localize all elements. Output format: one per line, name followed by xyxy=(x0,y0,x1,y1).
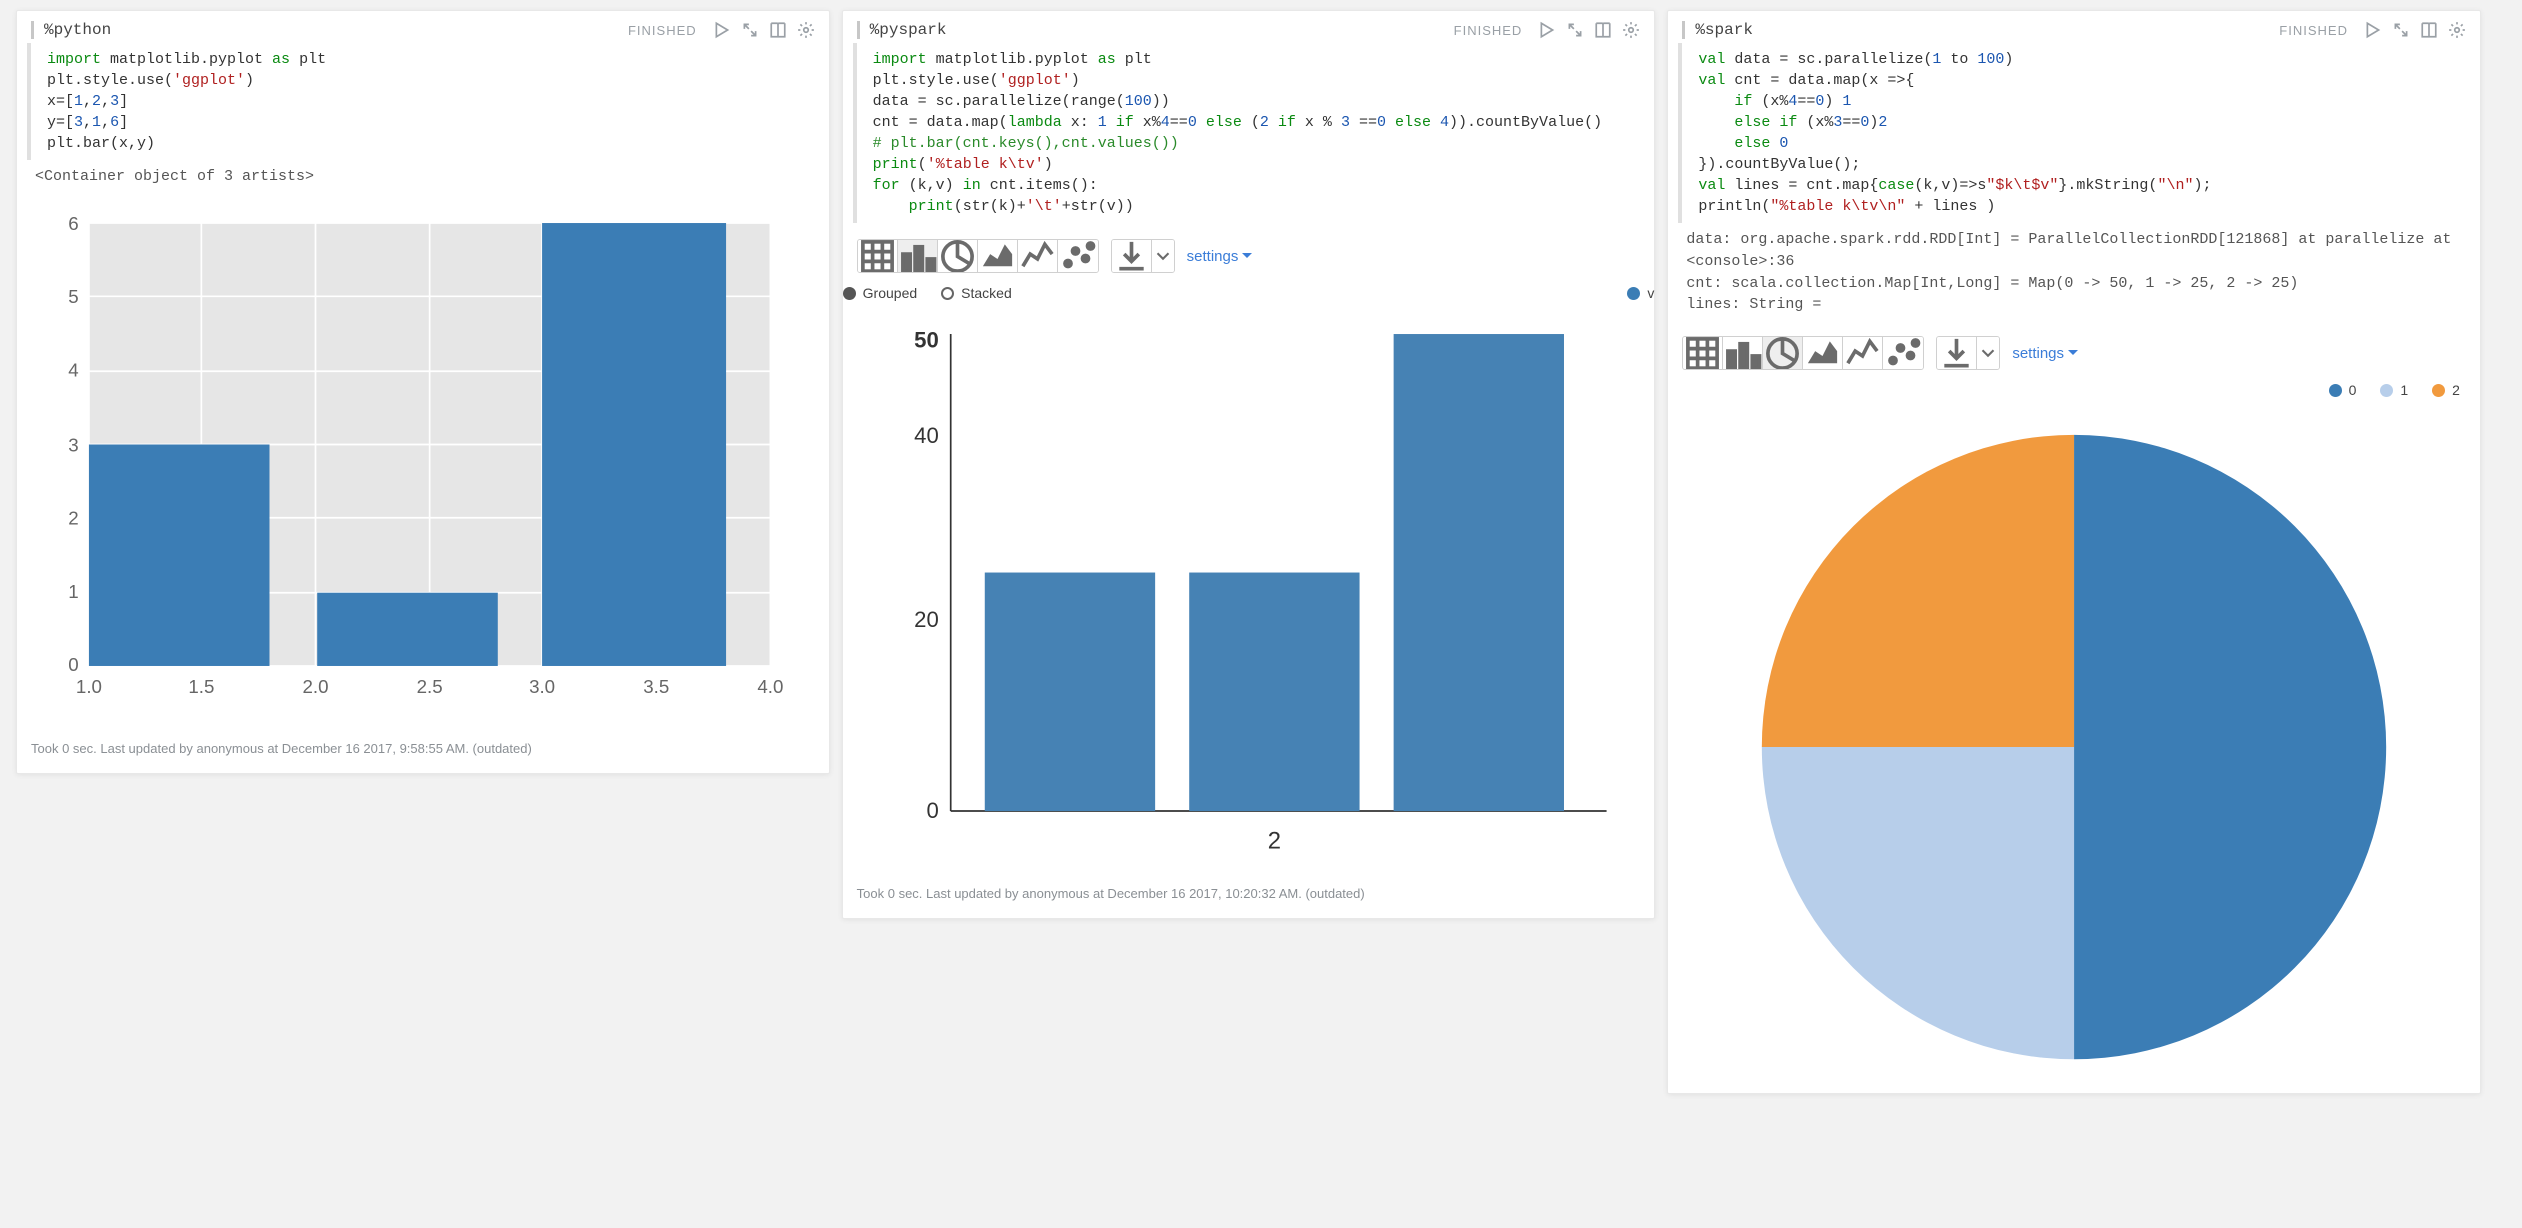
output-text: <Container object of 3 artists> xyxy=(17,166,829,198)
result-toolbar: settings xyxy=(843,229,1655,279)
chart-legend: Grouped Stacked v xyxy=(843,279,1655,309)
gear-icon[interactable] xyxy=(2448,21,2466,39)
interpreter-label: %spark xyxy=(1695,21,2273,39)
svg-text:2: 2 xyxy=(1267,828,1280,855)
svg-text:2: 2 xyxy=(68,507,78,528)
legend-1[interactable]: 1 xyxy=(2380,382,2408,398)
svg-text:50: 50 xyxy=(914,328,939,353)
zeppelin-bar-chart: 50 40 20 0 2 xyxy=(843,309,1655,875)
collapse-icon[interactable] xyxy=(2392,21,2410,39)
legend-series-v[interactable]: v xyxy=(1627,285,1654,301)
collapse-icon[interactable] xyxy=(741,21,759,39)
code-editor[interactable]: val data = sc.parallelize(1 to 100) val … xyxy=(1678,43,2470,223)
output-text: data: org.apache.spark.rdd.RDD[Int] = Pa… xyxy=(1668,229,2480,326)
svg-text:2.5: 2.5 xyxy=(417,676,443,697)
result-toolbar: settings xyxy=(1668,326,2480,376)
cell-gutter xyxy=(857,21,860,39)
svg-text:4.0: 4.0 xyxy=(757,676,783,697)
area-chart-button[interactable] xyxy=(1803,337,1843,369)
svg-text:0: 0 xyxy=(926,798,938,823)
notebook-cell-pyspark: %pyspark FINISHED import matplotlib.pypl… xyxy=(842,10,1656,919)
pie-legend: 0 1 2 xyxy=(1668,376,2480,406)
legend-stacked[interactable]: Stacked xyxy=(941,285,1012,301)
download-group xyxy=(1111,239,1175,273)
caret-down-icon xyxy=(1242,253,1252,263)
caret-down-icon xyxy=(2068,350,2078,360)
interpreter-label: %python xyxy=(44,21,622,39)
svg-text:1.5: 1.5 xyxy=(188,676,214,697)
gear-icon[interactable] xyxy=(797,21,815,39)
cell-gutter xyxy=(31,21,34,39)
book-icon[interactable] xyxy=(1594,21,1612,39)
scatter-chart-button[interactable] xyxy=(1883,337,1923,369)
svg-text:1: 1 xyxy=(68,581,78,602)
svg-text:5: 5 xyxy=(68,286,78,307)
book-icon[interactable] xyxy=(2420,21,2438,39)
collapse-icon[interactable] xyxy=(1566,21,1584,39)
svg-text:40: 40 xyxy=(914,423,939,448)
svg-text:6: 6 xyxy=(68,213,78,234)
settings-button[interactable]: settings xyxy=(1187,248,1253,265)
scatter-chart-button[interactable] xyxy=(1058,240,1098,272)
notebook-cell-spark: %spark FINISHED val data = sc.paralleliz… xyxy=(1667,10,2481,1094)
download-dropdown[interactable] xyxy=(1152,240,1174,272)
bar-chart-button[interactable] xyxy=(898,240,938,272)
code-editor[interactable]: import matplotlib.pyplot as plt plt.styl… xyxy=(27,43,819,160)
pie-chart-button[interactable] xyxy=(1763,337,1803,369)
run-icon[interactable] xyxy=(1538,21,1556,39)
status-label: FINISHED xyxy=(2279,23,2348,38)
run-icon[interactable] xyxy=(2364,21,2382,39)
download-button[interactable] xyxy=(1937,337,1977,369)
run-icon[interactable] xyxy=(713,21,731,39)
download-dropdown[interactable] xyxy=(1977,337,1999,369)
cell-gutter xyxy=(1682,21,1685,39)
legend-0[interactable]: 0 xyxy=(2329,382,2357,398)
area-chart-button[interactable] xyxy=(978,240,1018,272)
svg-text:3: 3 xyxy=(68,434,78,455)
gear-icon[interactable] xyxy=(1622,21,1640,39)
line-chart-button[interactable] xyxy=(1843,337,1883,369)
code-editor[interactable]: import matplotlib.pyplot as plt plt.styl… xyxy=(853,43,1645,223)
legend-2[interactable]: 2 xyxy=(2432,382,2460,398)
download-button[interactable] xyxy=(1112,240,1152,272)
svg-text:20: 20 xyxy=(914,607,939,632)
cell-footer: Took 0 sec. Last updated by anonymous at… xyxy=(17,730,829,773)
cell-footer: Took 0 sec. Last updated by anonymous at… xyxy=(843,875,1655,918)
download-group xyxy=(1936,336,2000,370)
cell-header: %python FINISHED xyxy=(17,11,829,43)
interpreter-label: %pyspark xyxy=(870,21,1448,39)
table-view-button[interactable] xyxy=(858,240,898,272)
chart-type-group xyxy=(1682,336,1924,370)
status-label: FINISHED xyxy=(1454,23,1523,38)
chart-type-group xyxy=(857,239,1099,273)
cell-header: %spark FINISHED xyxy=(1668,11,2480,43)
legend-grouped[interactable]: Grouped xyxy=(843,285,917,301)
svg-text:1.0: 1.0 xyxy=(76,676,102,697)
matplotlib-bar-chart: 0 1 2 3 4 5 6 1.0 1.5 2.0 2.5 3.0 3.5 4.0 xyxy=(17,198,829,730)
pie-chart-button[interactable] xyxy=(938,240,978,272)
svg-text:0: 0 xyxy=(68,654,78,675)
svg-text:3.5: 3.5 xyxy=(643,676,669,697)
bar-chart-button[interactable] xyxy=(1723,337,1763,369)
cell-header: %pyspark FINISHED xyxy=(843,11,1655,43)
status-label: FINISHED xyxy=(628,23,697,38)
zeppelin-pie-chart xyxy=(1668,406,2480,1093)
notebook-cell-python: %python FINISHED import matplotlib.pyplo… xyxy=(16,10,830,774)
table-view-button[interactable] xyxy=(1683,337,1723,369)
book-icon[interactable] xyxy=(769,21,787,39)
line-chart-button[interactable] xyxy=(1018,240,1058,272)
svg-text:2.0: 2.0 xyxy=(302,676,328,697)
svg-text:4: 4 xyxy=(68,359,78,380)
svg-text:3.0: 3.0 xyxy=(529,676,555,697)
settings-button[interactable]: settings xyxy=(2012,345,2078,362)
